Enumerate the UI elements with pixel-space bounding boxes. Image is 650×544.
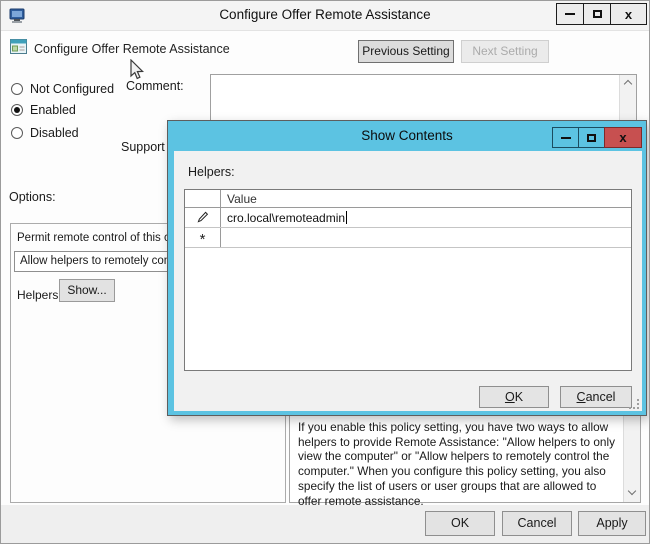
- chevron-up-icon: [624, 80, 632, 88]
- close-icon: x: [619, 131, 626, 144]
- previous-setting-button[interactable]: Previous Setting: [358, 40, 454, 63]
- radio-circle-icon: [11, 127, 23, 139]
- dialog-minimize-button[interactable]: [552, 127, 579, 148]
- pencil-edit-icon: [196, 211, 209, 224]
- radio-label: Not Configured: [30, 82, 114, 96]
- policy-title: Configure Offer Remote Assistance: [34, 42, 230, 56]
- value-cell[interactable]: cro.local\remoteadmin: [221, 208, 631, 227]
- scroll-down-button[interactable]: [624, 485, 640, 502]
- close-button[interactable]: x: [610, 3, 647, 25]
- main-dialog-window: Configure Offer Remote Assistance x Conf…: [0, 0, 650, 544]
- value-cell[interactable]: [221, 228, 631, 247]
- options-label: Options:: [9, 190, 56, 204]
- helpers-label: Helpers:: [17, 288, 62, 302]
- radio-not-configured[interactable]: Not Configured: [11, 81, 114, 96]
- footer-bar: OK Cancel Apply: [1, 505, 649, 544]
- row-marker-header-cell: [185, 190, 221, 207]
- radio-label: Enabled: [30, 103, 76, 117]
- dialog-ok-button[interactable]: OK: [479, 386, 549, 408]
- show-contents-dialog: Show Contents x Helpers: Value: [167, 120, 647, 416]
- mouse-cursor: [129, 59, 146, 82]
- radio-label: Disabled: [30, 126, 79, 140]
- resize-grip[interactable]: [629, 399, 639, 409]
- scroll-up-button[interactable]: [620, 75, 636, 92]
- helpers-table: Value cro.local\remoteadmin *: [184, 189, 632, 371]
- maximize-button[interactable]: [583, 3, 611, 25]
- main-titlebar[interactable]: Configure Offer Remote Assistance x: [1, 1, 649, 31]
- dialog-maximize-button[interactable]: [578, 127, 605, 148]
- window-title: Configure Offer Remote Assistance: [1, 7, 649, 22]
- maximize-icon: [593, 10, 602, 18]
- radio-circle-icon: [11, 104, 23, 116]
- next-setting-button[interactable]: Next Setting: [461, 40, 549, 63]
- show-contents-body: Helpers: Value cro.local\remoteadmin: [174, 151, 642, 411]
- chevron-down-icon: [628, 487, 636, 495]
- cancel-button[interactable]: Cancel: [502, 511, 572, 536]
- show-helpers-button[interactable]: Show...: [59, 279, 115, 302]
- radio-circle-icon: [11, 83, 23, 95]
- help-text: If you enable this policy setting, you h…: [298, 420, 618, 508]
- radio-enabled[interactable]: Enabled: [11, 102, 76, 117]
- permit-remote-control-label: Permit remote control of this co: [17, 232, 176, 244]
- close-icon: x: [625, 8, 632, 21]
- minimize-button[interactable]: [556, 3, 584, 25]
- dialog-helpers-label: Helpers:: [188, 165, 235, 179]
- row-marker-cell: *: [185, 228, 221, 247]
- table-row: cro.local\remoteadmin: [185, 208, 631, 228]
- minimize-icon: [565, 13, 575, 15]
- ok-button[interactable]: OK: [425, 511, 495, 536]
- maximize-icon: [587, 134, 596, 142]
- new-row-asterisk-icon: *: [200, 235, 206, 245]
- dialog-close-button[interactable]: x: [604, 127, 642, 148]
- table-header-row: Value: [185, 190, 631, 208]
- supported-on-label: Support: [121, 140, 165, 154]
- table-row: *: [185, 228, 631, 248]
- minimize-icon: [561, 137, 571, 139]
- policy-setting-icon: [10, 39, 27, 54]
- value-column-header: Value: [221, 190, 631, 207]
- value-text: cro.local\remoteadmin: [227, 211, 345, 225]
- dialog-cancel-button[interactable]: Cancel: [560, 386, 632, 408]
- apply-button[interactable]: Apply: [578, 511, 646, 536]
- radio-disabled[interactable]: Disabled: [11, 125, 79, 140]
- text-caret: [346, 211, 347, 224]
- row-marker-cell: [185, 208, 221, 227]
